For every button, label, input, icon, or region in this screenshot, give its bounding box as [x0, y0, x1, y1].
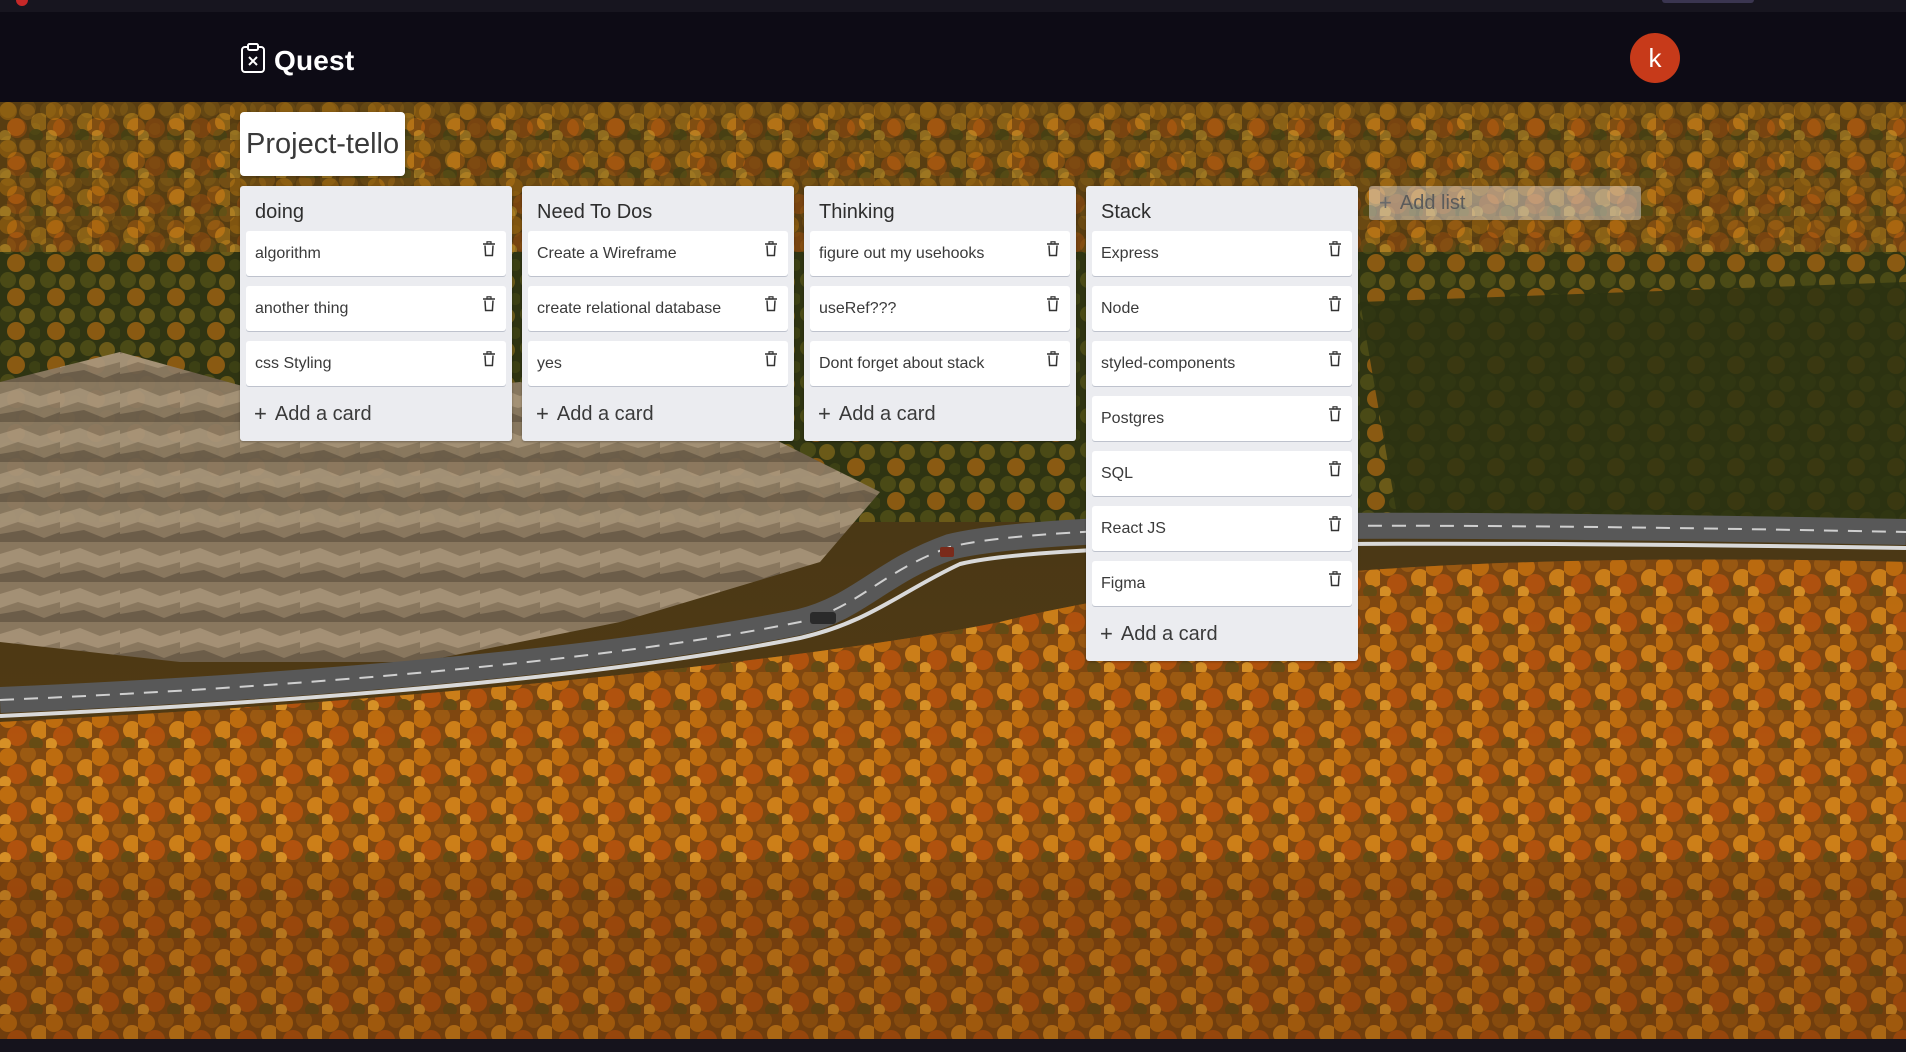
add-card-button[interactable]: + Add a card — [240, 396, 512, 441]
status-dot-icon — [16, 0, 28, 6]
trash-icon[interactable] — [764, 351, 778, 367]
card-text: algorithm — [255, 245, 321, 262]
card-text: SQL — [1101, 465, 1134, 482]
card[interactable]: Figma — [1092, 561, 1352, 606]
add-card-label: Add a card — [274, 402, 372, 425]
add-list-label: Add list — [1399, 191, 1466, 214]
trash-icon[interactable] — [1328, 241, 1342, 257]
list: Stack Express Node styled-components Postgre… — [1086, 186, 1358, 661]
trash-icon[interactable] — [1328, 516, 1342, 532]
tab-edge — [1662, 0, 1754, 3]
trash-icon[interactable] — [1328, 351, 1342, 367]
card-text: css Styling — [255, 355, 332, 372]
plus-icon: + — [1379, 190, 1392, 215]
card-text: styled-components — [1101, 355, 1236, 372]
list-title[interactable]: Stack — [1086, 186, 1358, 231]
card[interactable]: figure out my usehooks — [810, 231, 1070, 276]
clipboard-x-icon — [240, 42, 266, 79]
card[interactable]: Create a Wireframe — [528, 231, 788, 276]
list: Need To Dos Create a Wireframe create rela… — [522, 186, 794, 441]
brand[interactable]: Quest — [240, 42, 354, 79]
trash-icon[interactable] — [1328, 406, 1342, 422]
user-avatar[interactable]: k — [1630, 33, 1680, 83]
card-text: Postgres — [1101, 410, 1165, 427]
trash-icon[interactable] — [1046, 296, 1060, 312]
card-text: create relational database — [537, 300, 722, 317]
card[interactable]: SQL — [1092, 451, 1352, 496]
trash-icon[interactable] — [482, 296, 496, 312]
app-header: Quest k — [0, 12, 1906, 102]
list-title[interactable]: doing — [240, 186, 512, 231]
card[interactable]: styled-components — [1092, 341, 1352, 386]
card-text: figure out my usehooks — [819, 245, 985, 262]
trash-icon[interactable] — [764, 296, 778, 312]
card[interactable]: Postgres — [1092, 396, 1352, 441]
card[interactable]: create relational database — [528, 286, 788, 331]
card-text: Create a Wireframe — [537, 245, 677, 262]
add-card-label: Add a card — [838, 402, 936, 425]
card-text: yes — [537, 355, 562, 372]
card-text: Figma — [1101, 575, 1146, 592]
trash-icon[interactable] — [764, 241, 778, 257]
board-title[interactable]: Project-tello — [240, 112, 406, 176]
bottom-strip — [0, 1039, 1906, 1052]
card[interactable]: React JS — [1092, 506, 1352, 551]
card-text: useRef??? — [819, 300, 897, 317]
card-text: Node — [1101, 300, 1140, 317]
list: doing algorithm another thing css Styling + A… — [240, 186, 512, 441]
add-list-button[interactable]: + Add list — [1369, 186, 1641, 220]
card[interactable]: useRef??? — [810, 286, 1070, 331]
card[interactable]: yes — [528, 341, 788, 386]
card-text: another thing — [255, 300, 349, 317]
app-title: Quest — [274, 44, 355, 76]
trash-icon[interactable] — [1046, 241, 1060, 257]
card-text: Dont forget about stack — [819, 355, 985, 372]
add-card-label: Add a card — [1120, 622, 1218, 645]
board: Project-tello doing algorithm another thin… — [0, 102, 1906, 1039]
card[interactable]: css Styling — [246, 341, 506, 386]
browser-top-strip — [0, 0, 1906, 12]
add-card-button[interactable]: + Add a card — [1086, 616, 1358, 661]
trash-icon[interactable] — [1328, 296, 1342, 312]
card-text: React JS — [1101, 520, 1166, 537]
trash-icon[interactable] — [1328, 461, 1342, 477]
plus-icon: + — [1100, 621, 1113, 646]
plus-icon: + — [254, 401, 267, 426]
add-card-button[interactable]: + Add a card — [804, 396, 1076, 441]
add-card-button[interactable]: + Add a card — [522, 396, 794, 441]
card[interactable]: another thing — [246, 286, 506, 331]
card[interactable]: algorithm — [246, 231, 506, 276]
list-title[interactable]: Need To Dos — [522, 186, 794, 231]
card[interactable]: Node — [1092, 286, 1352, 331]
card-text: Express — [1101, 245, 1159, 262]
card[interactable]: Dont forget about stack — [810, 341, 1070, 386]
add-card-label: Add a card — [556, 402, 654, 425]
trash-icon[interactable] — [1046, 351, 1060, 367]
trash-icon[interactable] — [482, 241, 496, 257]
list: Thinking figure out my usehooks useRef??? D… — [804, 186, 1076, 441]
plus-icon: + — [818, 401, 831, 426]
list-title[interactable]: Thinking — [804, 186, 1076, 231]
trash-icon[interactable] — [1328, 571, 1342, 587]
plus-icon: + — [536, 401, 549, 426]
trash-icon[interactable] — [482, 351, 496, 367]
card[interactable]: Express — [1092, 231, 1352, 276]
